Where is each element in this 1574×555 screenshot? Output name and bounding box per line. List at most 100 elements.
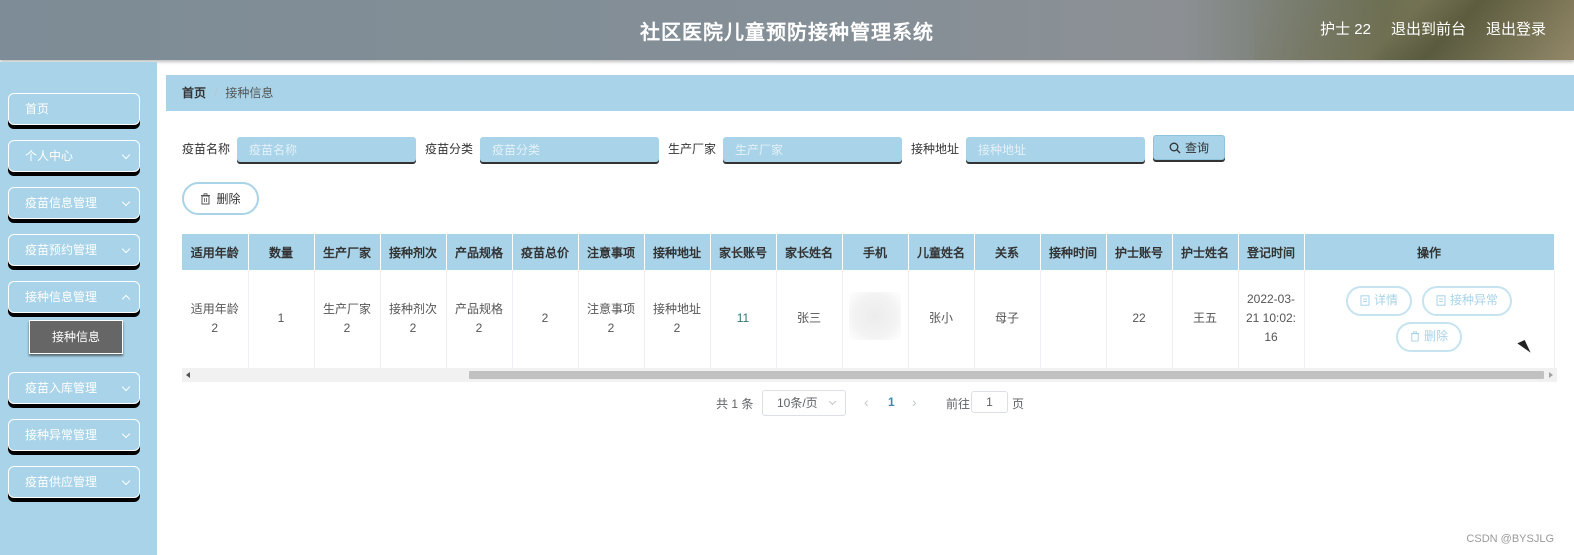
breadcrumb-separator: / <box>214 86 218 100</box>
goto-page-input[interactable] <box>971 391 1008 413</box>
page-size-select[interactable]: 10条/页 <box>762 390 846 416</box>
cell-nurse-account: 22 <box>1106 270 1173 369</box>
cell-phone <box>842 270 909 369</box>
query-button[interactable]: 查询 <box>1153 135 1225 160</box>
cell-manufacturer: 生产厂家2 <box>314 270 381 369</box>
manufacturer-input[interactable] <box>723 137 902 162</box>
scrollbar-thumb[interactable] <box>469 371 1544 379</box>
top-header: 社区医院儿童预防接种管理系统 护士 22 退出到前台 退出登录 <box>0 0 1574 60</box>
cell-register-time: 2022-03-21 10:02:16 <box>1238 270 1305 369</box>
cell-dose: 接种剂次2 <box>380 270 447 369</box>
cell-spec: 产品规格2 <box>446 270 513 369</box>
cell-child-name: 张小 <box>908 270 975 369</box>
sidebar-item-label: 接种异常管理 <box>25 428 98 442</box>
cell-quantity: 1 <box>248 270 315 369</box>
sidebar-item-vaccine-appointment[interactable]: 疫苗预约管理 <box>8 234 140 266</box>
column-header: 护士姓名 <box>1172 234 1239 270</box>
column-header: 操作 <box>1304 234 1555 270</box>
cell-nurse-name: 王五 <box>1172 270 1239 369</box>
trash-icon <box>1410 331 1420 342</box>
vaccine-category-label: 疫苗分类 <box>425 142 474 156</box>
chevron-up-icon <box>121 294 131 304</box>
manufacturer-label: 生产厂家 <box>668 142 717 156</box>
phone-blurred <box>849 291 901 340</box>
row-delete-label: 删除 <box>1423 329 1448 344</box>
current-page-number[interactable]: 1 <box>888 395 895 409</box>
pagination: 共 1 条 10条/页 ‹ 1 › 前往 页 <box>0 390 1574 416</box>
page-size-value: 10条/页 <box>777 396 818 410</box>
abnormal-button[interactable]: 接种异常 <box>1422 285 1513 316</box>
cell-relation: 母子 <box>974 270 1041 369</box>
column-header: 手机 <box>842 234 909 270</box>
sidebar-item-label: 疫苗供应管理 <box>25 475 98 489</box>
column-header: 登记时间 <box>1238 234 1305 270</box>
cell-actions: 详情 接种异常 删除 <box>1304 270 1555 369</box>
sidebar: 首页 个人中心 疫苗信息管理 疫苗预约管理 接种信息管理 接种信息 疫苗入库管理… <box>0 62 157 555</box>
back-to-front-link[interactable]: 退出到前台 <box>1391 18 1466 39</box>
detail-button[interactable]: 详情 <box>1345 285 1412 316</box>
column-header: 接种剂次 <box>380 234 447 270</box>
column-header: 关系 <box>974 234 1041 270</box>
cell-age: 适用年龄2 <box>182 270 249 369</box>
sidebar-item-vaccine-info[interactable]: 疫苗信息管理 <box>8 187 140 219</box>
data-table: 适用年龄 数量 生产厂家 接种剂次 产品规格 疫苗总价 注意事项 接种地址 家长… <box>182 234 1555 369</box>
cell-notes: 注意事项2 <box>578 270 645 369</box>
vaccine-name-label: 疫苗名称 <box>182 142 231 156</box>
column-header: 数量 <box>248 234 315 270</box>
chevron-down-icon <box>121 476 131 486</box>
cell-vaccination-time <box>1040 270 1107 369</box>
document-icon <box>1436 295 1446 306</box>
sidebar-item-label: 个人中心 <box>25 149 74 163</box>
scroll-left-arrow-icon[interactable] <box>186 372 190 378</box>
cell-parent-name: 张三 <box>776 270 843 369</box>
query-button-label: 查询 <box>1184 141 1209 155</box>
column-header: 注意事项 <box>578 234 645 270</box>
sidebar-subitem-vaccination-info[interactable]: 接种信息 <box>29 320 123 354</box>
batch-delete-button[interactable]: 删除 <box>182 182 259 215</box>
column-header: 生产厂家 <box>314 234 381 270</box>
abnormal-button-label: 接种异常 <box>1450 293 1499 308</box>
cell-address: 接种地址2 <box>644 270 711 369</box>
sidebar-item-vaccination-abnormal[interactable]: 接种异常管理 <box>8 419 140 451</box>
chevron-down-icon <box>121 244 131 254</box>
page-unit-label: 页 <box>1012 397 1025 411</box>
search-icon <box>1169 142 1181 153</box>
sidebar-item-vaccine-supply[interactable]: 疫苗供应管理 <box>8 466 140 498</box>
logout-link[interactable]: 退出登录 <box>1486 18 1546 39</box>
watermark: CSDN @BYSJLG <box>1466 533 1554 545</box>
vaccination-table: 适用年龄 数量 生产厂家 接种剂次 产品规格 疫苗总价 注意事项 接种地址 家长… <box>182 234 1557 382</box>
table-row: 适用年龄2 1 生产厂家2 接种剂次2 产品规格2 2 注意事项2 接种地址2 … <box>182 270 1555 369</box>
row-delete-button[interactable]: 删除 <box>1395 321 1462 352</box>
cell-parent-account: 11 <box>710 270 777 369</box>
sidebar-item-personal-center[interactable]: 个人中心 <box>8 140 140 172</box>
vaccine-name-input[interactable] <box>237 137 416 162</box>
prev-page-icon[interactable]: ‹ <box>864 394 869 410</box>
current-user: 护士 22 <box>1320 21 1371 38</box>
next-page-icon[interactable]: › <box>912 394 917 410</box>
column-header: 接种时间 <box>1040 234 1107 270</box>
sidebar-item-label: 疫苗信息管理 <box>25 196 98 210</box>
sidebar-item-home[interactable]: 首页 <box>8 93 140 125</box>
table-horizontal-scrollbar[interactable] <box>182 368 1557 382</box>
document-icon <box>1360 295 1370 306</box>
breadcrumb: 首页 / 接种信息 <box>166 75 1574 111</box>
chevron-down-icon <box>121 197 131 207</box>
column-header: 产品规格 <box>446 234 513 270</box>
column-header: 家长账号 <box>710 234 777 270</box>
batch-delete-label: 删除 <box>216 192 241 206</box>
cell-total-price: 2 <box>512 270 579 369</box>
column-header: 接种地址 <box>644 234 711 270</box>
breadcrumb-home[interactable]: 首页 <box>182 86 206 100</box>
address-input[interactable] <box>966 137 1145 162</box>
sidebar-item-label: 疫苗预约管理 <box>25 243 98 257</box>
address-label: 接种地址 <box>911 142 960 156</box>
table-header-row: 适用年龄 数量 生产厂家 接种剂次 产品规格 疫苗总价 注意事项 接种地址 家长… <box>182 234 1555 270</box>
scroll-right-arrow-icon[interactable] <box>1549 372 1553 378</box>
vaccine-category-input[interactable] <box>480 137 659 162</box>
chevron-down-icon <box>828 397 837 406</box>
header-nav: 护士 22 退出到前台 退出登录 <box>1320 18 1546 39</box>
column-header: 护士账号 <box>1106 234 1173 270</box>
sidebar-item-label: 接种信息管理 <box>25 290 98 304</box>
sidebar-item-vaccination-info[interactable]: 接种信息管理 <box>8 281 140 313</box>
pagination-total: 共 1 条 <box>716 397 754 411</box>
